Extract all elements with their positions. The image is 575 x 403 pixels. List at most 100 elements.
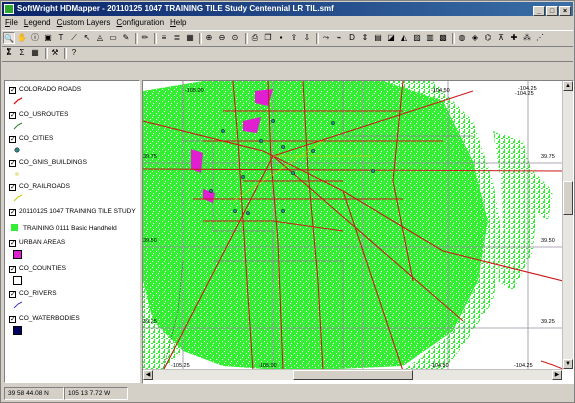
vertical-scroll-thumb[interactable] bbox=[563, 181, 573, 215]
toolbar: 🔍 ✋ ⓘ ▣ T ⟋ ↖ ◬ ▭ ✎ ✏ ≡ ≣ ▦ ⊕ ⊖ ⊙ ⎙ ❐ ▪ … bbox=[2, 30, 573, 56]
zoom-out-icon[interactable]: ⊖ bbox=[216, 32, 228, 44]
legend-checkbox[interactable]: ✓ bbox=[9, 240, 16, 247]
sum-color-icon[interactable]: Σ bbox=[16, 47, 28, 59]
legend-checkbox[interactable]: ✓ bbox=[9, 316, 16, 323]
edit-icon[interactable]: ✎ bbox=[120, 32, 132, 44]
layers-edit-icon[interactable]: ≣ bbox=[171, 32, 183, 44]
chart-icon[interactable]: ▩ bbox=[437, 32, 449, 44]
export-icon[interactable]: ⇪ bbox=[288, 32, 300, 44]
legend-item[interactable]: ✓ CO_USROUTES bbox=[9, 110, 68, 120]
map-canvas[interactable]: -104.25 -105.00 -104.50 -104.25 39.75 39… bbox=[142, 80, 574, 384]
window-title: SoftWright HDMapper - 20110125 1047 TRAI… bbox=[17, 4, 334, 13]
legend-item[interactable]: ✓ CO_COUNTIES bbox=[9, 264, 66, 274]
legend-item[interactable]: ✓ URBAN AREAS bbox=[9, 238, 65, 248]
pencil-icon[interactable]: ✏ bbox=[139, 32, 151, 44]
copy-icon[interactable]: ❐ bbox=[262, 32, 274, 44]
info-icon[interactable]: ⓘ bbox=[29, 32, 41, 44]
draw-line-icon[interactable]: ⟋ bbox=[68, 32, 80, 44]
legend-item[interactable]: ✓ CO_WATERBODIES bbox=[9, 314, 80, 324]
save-icon[interactable]: ▪ bbox=[275, 32, 287, 44]
map-icon[interactable]: ▦ bbox=[29, 47, 41, 59]
tower-icon[interactable]: ⊼ bbox=[495, 32, 507, 44]
text-tool-icon[interactable]: T bbox=[55, 32, 67, 44]
maximize-button[interactable]: □ bbox=[546, 6, 558, 16]
minimize-button[interactable]: _ bbox=[533, 6, 545, 16]
river-line-icon bbox=[13, 301, 23, 309]
nodes-icon[interactable]: ⁂ bbox=[521, 32, 533, 44]
link-icon[interactable]: ⌬ bbox=[482, 32, 494, 44]
menu-help[interactable]: Help bbox=[167, 17, 189, 29]
lon-label: -104.50 bbox=[431, 88, 450, 94]
cross-icon[interactable]: ✚ bbox=[508, 32, 520, 44]
select-area-icon[interactable]: ▣ bbox=[42, 32, 54, 44]
points-icon[interactable]: ⋰ bbox=[534, 32, 546, 44]
horizontal-scrollbar[interactable]: ◀ ▶ bbox=[143, 369, 562, 380]
lat-label: 39.75 bbox=[541, 154, 555, 160]
menu-legend[interactable]: Legend bbox=[21, 17, 54, 29]
lon-label: -104.25 bbox=[515, 91, 534, 97]
horizontal-scroll-thumb[interactable] bbox=[293, 370, 413, 380]
legend-checkbox[interactable]: ✓ bbox=[9, 87, 16, 94]
coverage-swatch-icon bbox=[11, 224, 18, 231]
route-icon[interactable]: ⤳ bbox=[320, 32, 332, 44]
legend-checkbox[interactable]: ✓ bbox=[9, 112, 16, 119]
status-longitude: 105 13 7.72 W bbox=[64, 387, 128, 400]
legend-checkbox[interactable]: ✓ bbox=[9, 160, 16, 167]
legend-label: CO_CITIES bbox=[19, 135, 54, 142]
legend-checkbox[interactable]: ✓ bbox=[9, 136, 16, 143]
grid-icon[interactable]: ▤ bbox=[372, 32, 384, 44]
scroll-left-icon[interactable]: ◀ bbox=[143, 370, 153, 380]
folder-icon[interactable]: ▭ bbox=[107, 32, 119, 44]
export-image-icon[interactable]: ⇩ bbox=[301, 32, 313, 44]
legend-item[interactable]: ✓ 20110125 1047 TRAINING TILE STUDY bbox=[9, 207, 136, 217]
zoom-in-icon[interactable]: ⊕ bbox=[203, 32, 215, 44]
pan-hand-icon[interactable]: ✋ bbox=[16, 32, 28, 44]
legend-panel: ✓ COLORADO ROADS ✓ CO_USROUTES ✓ CO_CITIES … bbox=[4, 80, 140, 383]
scroll-down-icon[interactable]: ▼ bbox=[563, 359, 573, 369]
vertical-scrollbar[interactable]: ▲ ▼ bbox=[562, 81, 573, 369]
window-controls: _ □ × bbox=[532, 4, 571, 16]
zoom-tool-icon[interactable]: 🔍 bbox=[3, 32, 15, 44]
direction-icon[interactable]: ⇕ bbox=[359, 32, 371, 44]
image-icon[interactable]: ▨ bbox=[411, 32, 423, 44]
scroll-right-icon[interactable]: ▶ bbox=[552, 370, 562, 380]
legend-label: CO_WATERBODIES bbox=[19, 315, 80, 322]
sigma-icon[interactable]: Σ bbox=[3, 47, 15, 59]
terrain-icon[interactable]: ◭ bbox=[398, 32, 410, 44]
pointer-icon[interactable]: ↖ bbox=[81, 32, 93, 44]
print-icon[interactable]: ⎙ bbox=[249, 32, 261, 44]
app-window: SoftWright HDMapper - 20110125 1047 TRAI… bbox=[0, 0, 575, 403]
route-line-icon bbox=[13, 122, 23, 130]
legend-checkbox[interactable]: ✓ bbox=[9, 209, 16, 216]
legend-checkbox[interactable]: ✓ bbox=[9, 266, 16, 273]
profile-icon[interactable]: ⌁ bbox=[333, 32, 345, 44]
satellite-icon[interactable]: ◈ bbox=[469, 32, 481, 44]
water-swatch-icon bbox=[13, 326, 22, 335]
legend-item[interactable]: ✓ CO_CITIES bbox=[9, 134, 53, 144]
zoom-extent-icon[interactable]: ⊙ bbox=[229, 32, 241, 44]
legend-checkbox[interactable]: ✓ bbox=[9, 291, 16, 298]
close-button[interactable]: × bbox=[559, 6, 571, 16]
scroll-up-icon[interactable]: ▲ bbox=[563, 81, 573, 91]
legend-label: URBAN AREAS bbox=[19, 239, 66, 246]
menu-file[interactable]: File bbox=[2, 17, 21, 29]
globe-icon[interactable]: ◍ bbox=[456, 32, 468, 44]
dxf-icon[interactable]: D bbox=[346, 32, 358, 44]
legend-item[interactable]: ✓ COLORADO ROADS bbox=[9, 85, 81, 95]
menu-configuration[interactable]: Configuration bbox=[113, 17, 167, 29]
city-point-icon bbox=[14, 147, 20, 153]
legend-item[interactable]: ✓ CO_GNIS_BUILDINGS bbox=[9, 158, 87, 168]
layers-icon[interactable]: ≡ bbox=[158, 32, 170, 44]
road-line-icon bbox=[13, 97, 23, 105]
layers-color-icon[interactable]: ▦ bbox=[184, 32, 196, 44]
settings-icon[interactable]: ⚒ bbox=[49, 47, 61, 59]
palette-icon[interactable]: ◪ bbox=[385, 32, 397, 44]
menu-custom-layers[interactable]: Custom Layers bbox=[54, 17, 114, 29]
legend-item[interactable]: ✓ CO_RIVERS bbox=[9, 289, 57, 299]
legend-checkbox[interactable]: ✓ bbox=[9, 184, 16, 191]
table-icon[interactable]: ▥ bbox=[424, 32, 436, 44]
legend-label: TRAINING 0111 Basic Handheld bbox=[23, 225, 117, 232]
help-icon[interactable]: ? bbox=[68, 47, 80, 59]
measure-icon[interactable]: ◬ bbox=[94, 32, 106, 44]
legend-item[interactable]: ✓ CO_RAILROADS bbox=[9, 182, 70, 192]
